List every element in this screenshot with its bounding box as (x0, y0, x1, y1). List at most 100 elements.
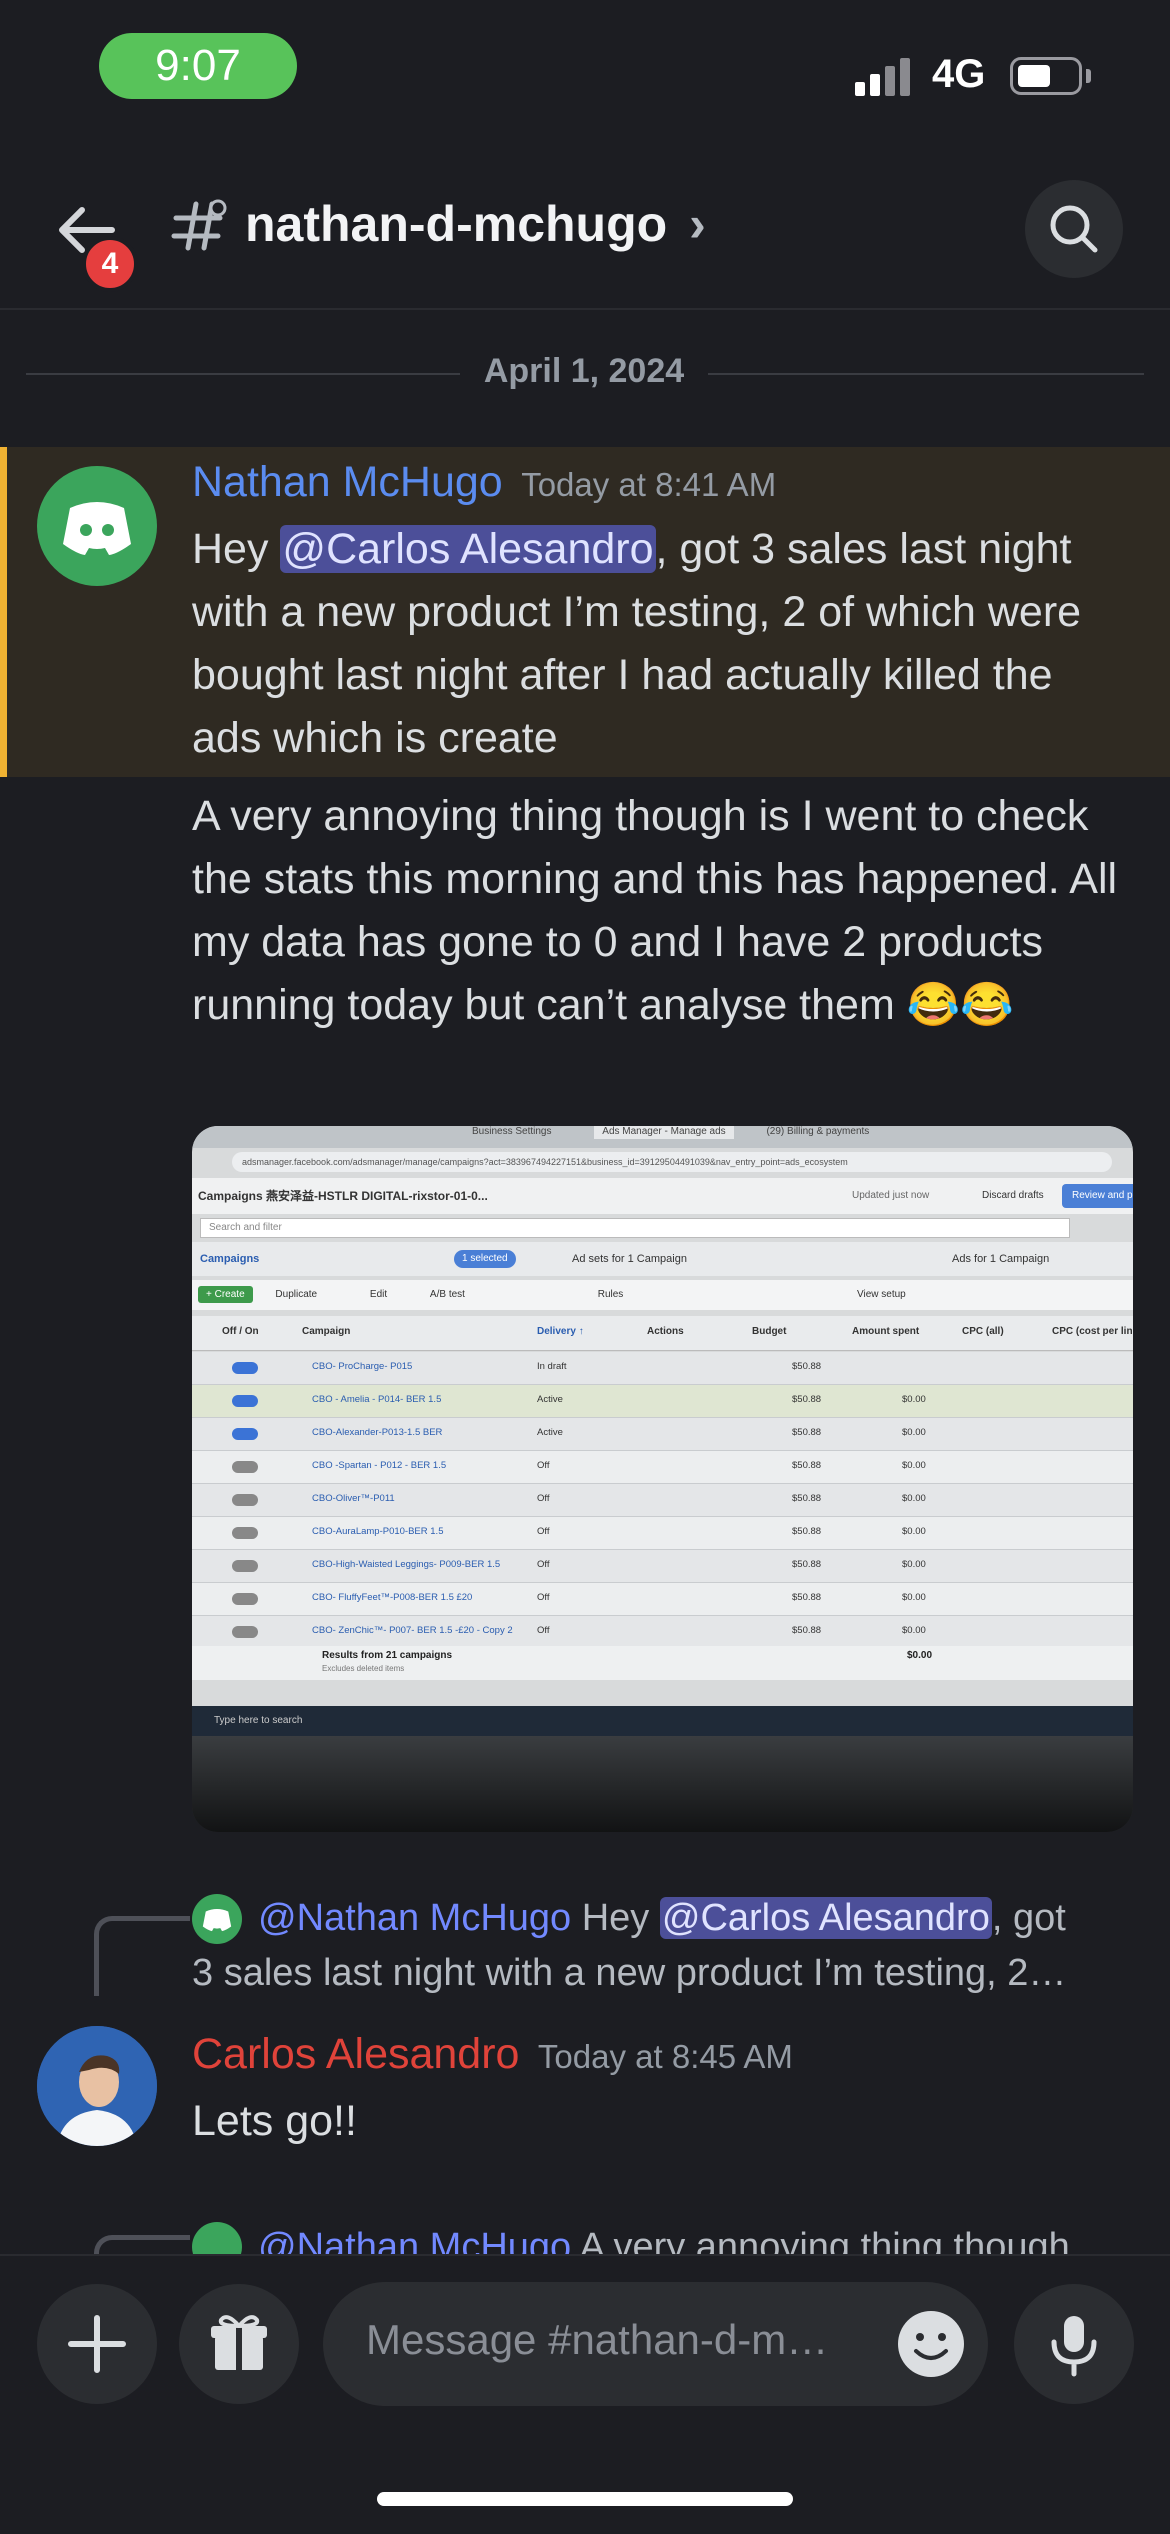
table-column-header: Delivery ↑ (537, 1326, 584, 1337)
date-divider-line-left (26, 373, 460, 375)
panel-campaigns: Campaigns (200, 1253, 260, 1265)
ads-search: Search and filter (200, 1218, 1070, 1238)
message-timestamp: Today at 8:41 AM (521, 466, 777, 503)
table-cell: $0.00 (902, 1460, 926, 1471)
table-column-header: CPC (all) (962, 1326, 1004, 1337)
toggle-switch (232, 1560, 258, 1572)
message-header: Carlos Alesandro Today at 8:45 AM (192, 2030, 793, 2079)
table-cell: CBO-High-Waisted Leggings- P009-BER 1.5 (312, 1559, 501, 1570)
table-cell: $50.88 (792, 1559, 822, 1570)
results-sublabel: Excludes deleted items (322, 1664, 405, 1673)
reply-text: Hey (581, 1897, 660, 1939)
voice-message-button[interactable] (1014, 2284, 1134, 2404)
table-column-header: CPC (cost per link click) (1052, 1326, 1133, 1337)
table-row: CBO- ZenChic™- P007- BER 1.5 -£20 - Copy… (192, 1616, 1133, 1649)
add-attachment-button[interactable] (37, 2284, 157, 2404)
create-button: + Create (198, 1286, 253, 1303)
message-input-placeholder: Message #nathan-d-m… (366, 2316, 829, 2363)
avatar[interactable] (37, 466, 157, 586)
profile-photo (37, 2026, 157, 2146)
table-cell: Off (537, 1559, 550, 1570)
table-cell: $50.88 (792, 1493, 822, 1504)
reply-text: A very annoying thing though (579, 2226, 1070, 2254)
table-column-header: Actions (647, 1326, 684, 1337)
toolbar-item: A/B test (429, 1289, 465, 1300)
table-cell: Active (537, 1427, 563, 1438)
table-cell: In draft (537, 1361, 567, 1372)
reply-preview[interactable]: @Nathan McHugo A very annoying thing tho… (258, 2226, 1070, 2254)
table-column-header: Campaign (302, 1326, 351, 1337)
table-cell: $0.00 (902, 1559, 926, 1570)
table-cell: $0.00 (902, 1625, 926, 1636)
table-cell: $0.00 (902, 1526, 926, 1537)
gift-button[interactable] (179, 2284, 299, 2404)
message-author[interactable]: Nathan McHugo (192, 458, 503, 506)
toolbar-item: Edit (369, 1289, 388, 1300)
discard-button: Discard drafts (982, 1190, 1044, 1201)
toolbar-item: Rules (597, 1289, 624, 1300)
table-row: CBO-High-Waisted Leggings- P009-BER 1.5 O… (192, 1550, 1133, 1583)
channel-name: nathan-d-mchugo (245, 196, 668, 252)
table-cell: CBO -Spartan - P012 - BER 1.5 (312, 1460, 447, 1471)
results-label: Results from 21 campaigns (322, 1650, 453, 1661)
table-cell: CBO- ProCharge- P015 (312, 1361, 413, 1372)
reply-preview-line2: 3 sales last night with a new product I’… (192, 1952, 1067, 1994)
table-cell: $50.88 (792, 1592, 822, 1603)
toggle-switch (232, 1527, 258, 1539)
clipped-message: @Nathan McHugo A very annoying thing tho… (0, 2180, 1170, 2254)
table-cell: $0.00 (902, 1592, 926, 1603)
user-mention[interactable]: @Carlos Alesandro (280, 525, 656, 573)
table-cell: CBO- ZenChic™- P007- BER 1.5 -£20 - Copy… (312, 1625, 513, 1636)
message-author[interactable]: Carlos Alesandro (192, 2030, 519, 2078)
discord-logo-icon (63, 502, 131, 555)
microphone-icon (1051, 2316, 1097, 2377)
channel-title[interactable]: nathan-d-mchugo › (245, 195, 706, 253)
gift-icon (211, 2315, 267, 2370)
reply-connector (94, 1916, 190, 1996)
table-column-header: Amount spent (852, 1326, 920, 1337)
channel-chevron-icon: › (689, 196, 706, 252)
discord-logo-icon (202, 1909, 232, 1932)
table-row: CBO -Spartan - P012 - BER 1.5 Off $50.88 $0… (192, 1451, 1133, 1484)
taskbar-search: Type here to search (214, 1715, 303, 1726)
table-cell: Off (537, 1460, 550, 1471)
browser-url: adsmanager.facebook.com/adsmanager/manag… (232, 1152, 1112, 1172)
avatar[interactable] (37, 2026, 157, 2146)
battery-cap (1086, 69, 1091, 83)
panel-ads: Ads for 1 Campaign (952, 1253, 1050, 1265)
home-indicator[interactable] (377, 2492, 793, 2506)
table-row: CBO- FluffyFeet™-P008-BER 1.5 £20 Off $50.… (192, 1583, 1133, 1616)
image-attachment[interactable]: Business Settings Ads Manager - Manage a… (192, 1126, 1133, 1832)
table-cell: Off (537, 1592, 550, 1603)
browser-tab: Business Settings (472, 1126, 552, 1137)
cellular-signal-icon (855, 58, 915, 96)
message-header: Nathan McHugo Today at 8:41 AM (192, 458, 776, 507)
updated-label: Updated just now (852, 1190, 930, 1201)
browser-tab: (29) Billing & payments (766, 1126, 870, 1137)
table-cell: CBO-Oliver™-P011 (312, 1493, 395, 1504)
table-cell: Off (537, 1493, 550, 1504)
panel-adsets: Ad sets for 1 Campaign (572, 1253, 687, 1265)
toggle-switch (232, 1362, 258, 1374)
search-button[interactable] (1025, 180, 1123, 278)
toggle-switch (232, 1593, 258, 1605)
table-cell: CBO-AuraLamp-P010-BER 1.5 (312, 1526, 444, 1537)
user-mention[interactable]: @Carlos Alesandro (659, 1897, 992, 1939)
plus-icon (68, 2315, 126, 2373)
status-time: 9:07 (99, 33, 297, 99)
table-cell: CBO - Amelia - P014- BER 1.5 (312, 1394, 442, 1405)
toggle-switch (232, 1461, 258, 1473)
table-cell: CBO- FluffyFeet™-P008-BER 1.5 £20 (312, 1592, 473, 1603)
table-cell: $50.88 (792, 1460, 822, 1471)
toggle-switch (232, 1626, 258, 1638)
table-cell: Active (537, 1394, 563, 1405)
reply-preview[interactable]: @Nathan McHugo Hey @Carlos Alesandro, go… (258, 1897, 1066, 1940)
toolbar-item: Duplicate (275, 1289, 318, 1300)
emoji-icon[interactable] (894, 2307, 968, 2381)
header-divider (0, 308, 1170, 310)
view-setup: View setup (857, 1289, 906, 1300)
table-cell: $0.00 (902, 1493, 926, 1504)
table-column-header: Off / On (222, 1326, 259, 1337)
toggle-switch (232, 1428, 258, 1440)
table-row: CBO - Amelia - P014- BER 1.5 Active $50.88… (192, 1385, 1133, 1418)
